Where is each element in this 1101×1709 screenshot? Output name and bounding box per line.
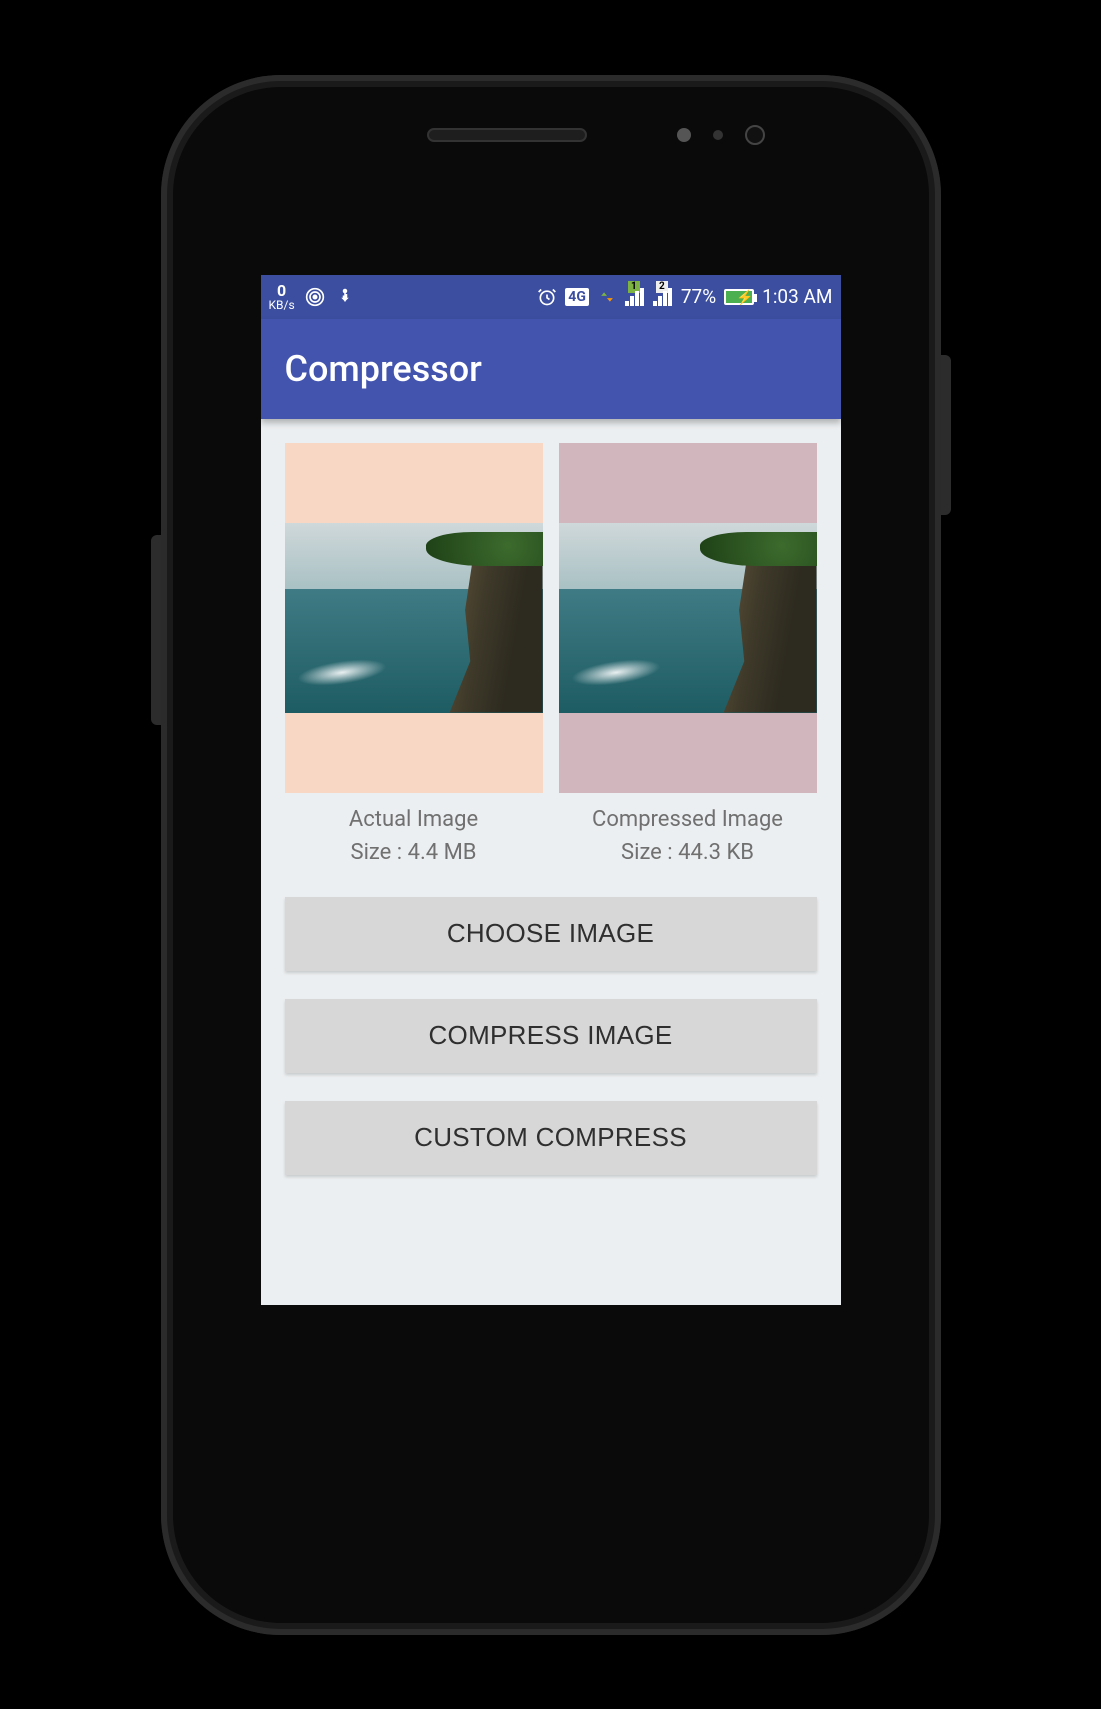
choose-image-button[interactable]: CHOOSE IMAGE — [285, 897, 817, 971]
compressed-image-title: Compressed Image — [559, 803, 817, 836]
custom-compress-button[interactable]: CUSTOM COMPRESS — [285, 1101, 817, 1175]
compressed-image-panel — [559, 443, 817, 793]
app-bar: Compressor — [261, 319, 841, 419]
image-row — [285, 443, 817, 793]
actual-image — [285, 523, 543, 713]
data-arrows-icon — [597, 287, 617, 307]
app-title: Compressor — [285, 348, 482, 390]
sensors — [677, 125, 765, 145]
battery-icon: ⚡ — [724, 289, 754, 305]
speed-unit: KB/s — [269, 298, 295, 312]
earpiece — [427, 128, 587, 142]
compressed-image — [559, 523, 817, 713]
actual-image-panel — [285, 443, 543, 793]
phone-top — [161, 125, 941, 145]
hotspot-icon — [305, 287, 325, 307]
image-labels: Actual Image Size : 4.4 MB Compressed Im… — [285, 803, 817, 869]
network-speed: 0 KB/s — [269, 283, 295, 311]
fourg-badge: 4G — [565, 288, 589, 306]
button-stack: CHOOSE IMAGE COMPRESS IMAGE CUSTOM COMPR… — [285, 897, 817, 1175]
status-bar: 0 KB/s — [261, 275, 841, 319]
screen: 0 KB/s — [261, 275, 841, 1305]
compressed-image-label: Compressed Image Size : 44.3 KB — [559, 803, 817, 869]
actual-image-label: Actual Image Size : 4.4 MB — [285, 803, 543, 869]
content: Actual Image Size : 4.4 MB Compressed Im… — [261, 419, 841, 1199]
alarm-icon — [537, 287, 557, 307]
speed-value: 0 — [269, 283, 295, 299]
compress-image-button[interactable]: COMPRESS IMAGE — [285, 999, 817, 1073]
signal-sim2-icon: 2 — [653, 288, 673, 306]
battery-percent: 77% — [681, 285, 716, 308]
phone-frame: 0 KB/s — [161, 75, 941, 1635]
usb-icon — [335, 287, 355, 307]
clock: 1:03 AM — [762, 285, 832, 308]
actual-image-title: Actual Image — [285, 803, 543, 836]
signal-sim1-icon: 1 — [625, 288, 645, 306]
compressed-image-size: Size : 44.3 KB — [559, 836, 817, 869]
actual-image-size: Size : 4.4 MB — [285, 836, 543, 869]
